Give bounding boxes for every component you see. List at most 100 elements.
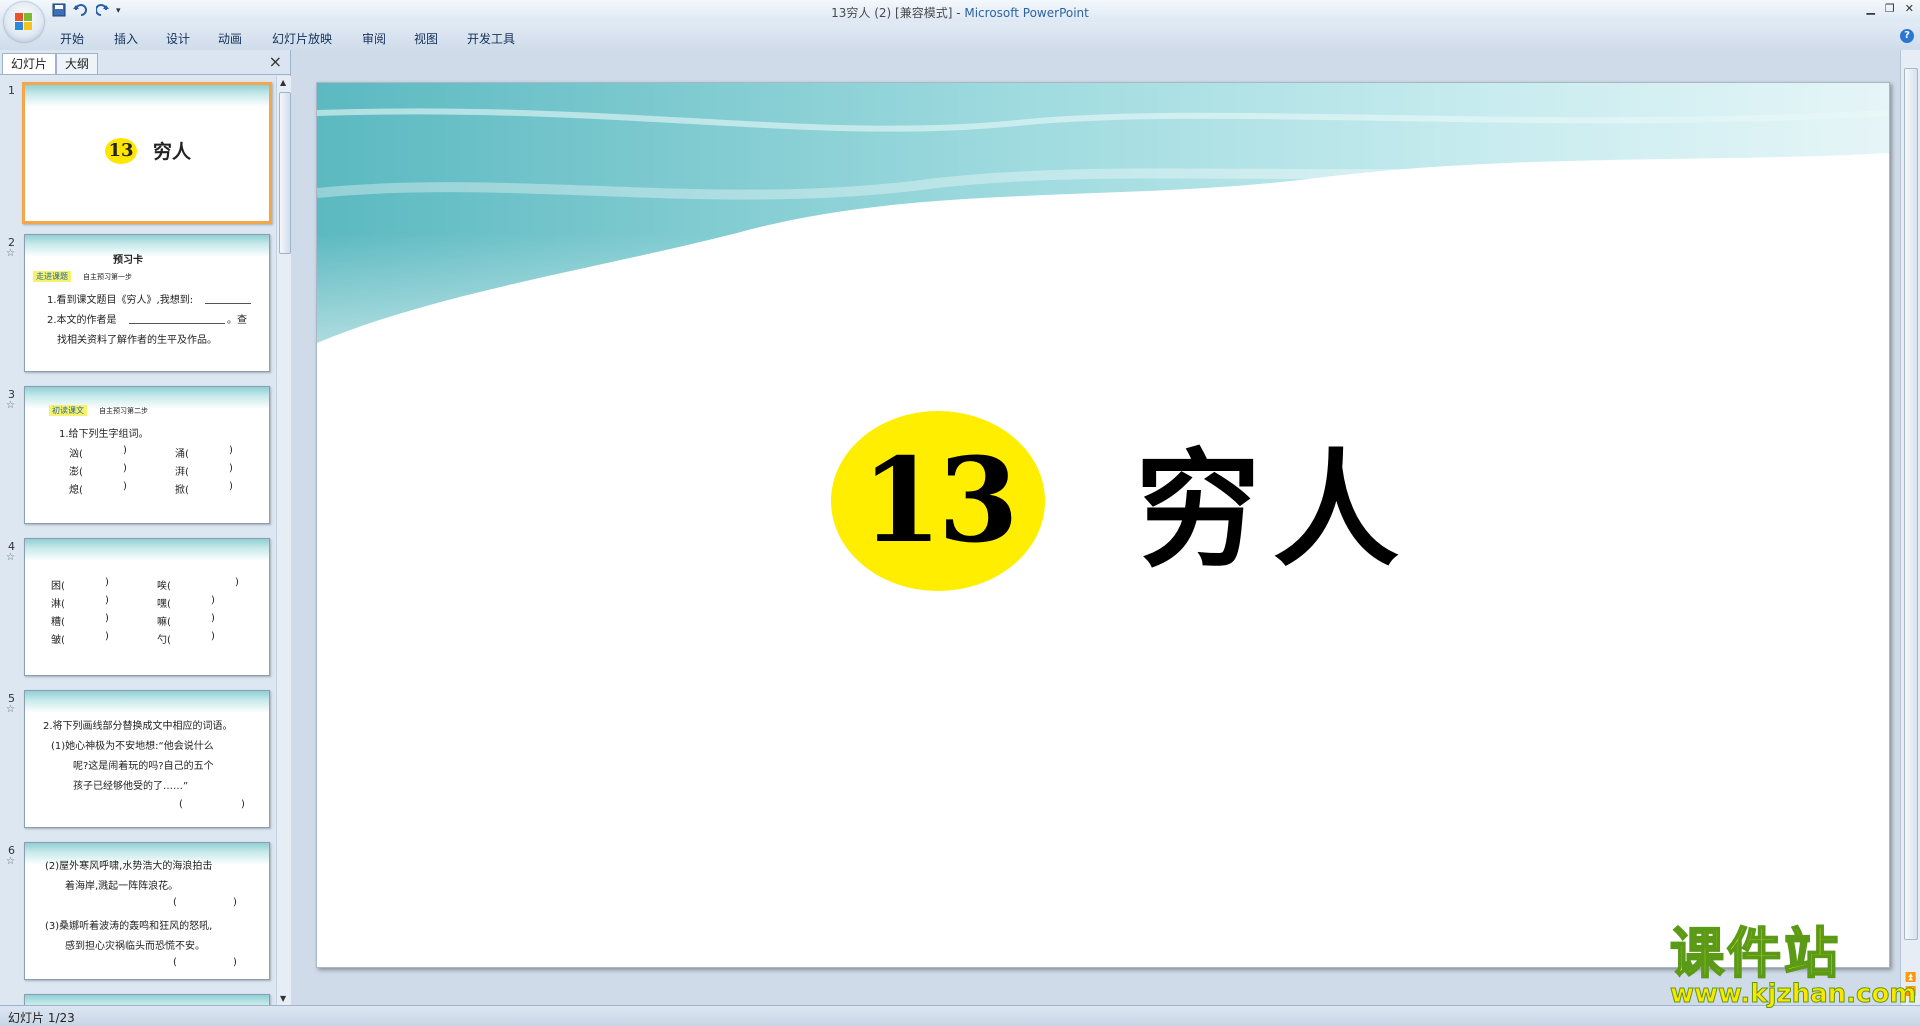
slide-title: 穷人 xyxy=(1135,437,1411,584)
tab-view[interactable]: 视图 xyxy=(414,30,438,47)
watermark-url: www.kjzhan.com xyxy=(1670,979,1917,1009)
text-line: 嘛( xyxy=(157,617,171,628)
scroll-thumb[interactable] xyxy=(279,92,291,254)
text-line: ) xyxy=(233,957,237,968)
slide-preview[interactable] xyxy=(24,994,270,1005)
text-line: 着海岸,溅起一阵阵浪花。 xyxy=(65,881,179,892)
scroll-thumb[interactable] xyxy=(1904,68,1918,940)
thumbnail-scrollbar[interactable]: ▲ ▼ xyxy=(276,76,291,1005)
text-line: ) xyxy=(229,463,233,474)
text-line: ) xyxy=(235,577,239,588)
tab-insert[interactable]: 插入 xyxy=(114,30,138,47)
text-line: 1.看到课文题目《穷人》,我想到: xyxy=(47,295,194,306)
text-line: ( xyxy=(179,799,183,810)
panel-close-icon[interactable]: × xyxy=(269,52,282,71)
section-tag: 初读课文 xyxy=(49,405,87,416)
tab-slideshow[interactable]: 幻灯片放映 xyxy=(272,30,332,47)
slide-preview[interactable]: 13 穷人 xyxy=(22,82,272,224)
tab-developer[interactable]: 开发工具 xyxy=(467,30,515,47)
panel-tabs: 幻灯片 大纲 × xyxy=(0,50,290,75)
window-controls: ▁ ❐ ✕ xyxy=(1866,2,1914,15)
slide-preview[interactable]: (2)屋外寒风呼啸,水势浩大的海浪拍击 着海岸,溅起一阵阵浪花。 ( ) (3)… xyxy=(24,842,270,980)
title-number: 13 xyxy=(861,433,1018,569)
close-icon[interactable]: ✕ xyxy=(1905,2,1914,15)
slide-thumbnail-4[interactable]: 4 ☆ 困( ) 唉( ) 淋( ) 嘿( ) 糟( ) 嘛( ) 皱( ) 勺… xyxy=(0,538,276,682)
slide-preview[interactable]: 初读课文 自主预习第二步 1.给下列生字组词。 汹( ) 涌( ) 澎( ) 湃… xyxy=(24,386,270,524)
text-line: 涌( xyxy=(175,449,189,460)
slide-editing-area: 13 穷人 xyxy=(291,50,1901,1005)
window-title: 13穷人 (2) [兼容模式] - Microsoft PowerPoint xyxy=(831,6,1089,20)
office-logo-icon xyxy=(15,13,33,31)
text-line: ) xyxy=(241,799,245,810)
wave-decoration xyxy=(25,85,269,107)
text-line: 淋( xyxy=(51,599,65,610)
tab-home[interactable]: 开始 xyxy=(60,30,84,47)
text-line: (1)她心神极为不安地想:“他会说什么 xyxy=(51,741,214,752)
blank-line xyxy=(205,303,251,304)
help-icon[interactable]: ? xyxy=(1900,29,1914,43)
animation-star-icon: ☆ xyxy=(6,552,15,563)
tab-outline[interactable]: 大纲 xyxy=(56,53,99,74)
tab-review[interactable]: 审阅 xyxy=(362,30,386,47)
text-line: 找相关资料了解作者的生平及作品。 xyxy=(57,335,217,346)
text-line: 呢?这是闹着玩的吗?自己的五个 xyxy=(73,761,214,772)
text-line: ) xyxy=(123,463,127,474)
slide-thumbnail-1[interactable]: 1 13 穷人 xyxy=(0,82,276,228)
text-line: 湃( xyxy=(175,467,189,478)
text-line: 2.将下列画线部分替换成文中相应的词语。 xyxy=(43,721,233,732)
scroll-down-icon[interactable]: ▼ xyxy=(280,994,286,1003)
slide-preview[interactable]: 预习卡 走进课题 自主预习第一步 1.看到课文题目《穷人》,我想到: 2.本文的… xyxy=(24,234,270,372)
wave-decoration xyxy=(25,539,269,561)
text-line: 熄( xyxy=(69,485,83,496)
slide-preview[interactable]: 2.将下列画线部分替换成文中相应的词语。 (1)她心神极为不安地想:“他会说什么… xyxy=(24,690,270,828)
animation-star-icon: ☆ xyxy=(6,856,15,867)
slide-preview[interactable]: 困( ) 唉( ) 淋( ) 嘿( ) 糟( ) 嘛( ) 皱( ) 勺( ) xyxy=(24,538,270,676)
slide-number: 1 xyxy=(8,84,15,97)
text-line: ) xyxy=(211,613,215,624)
tab-design[interactable]: 设计 xyxy=(166,30,190,47)
wave-decoration xyxy=(317,83,1889,343)
text-line: 嘿( xyxy=(157,599,171,610)
text-line: ) xyxy=(105,613,109,624)
restore-icon[interactable]: ❐ xyxy=(1885,2,1895,15)
text-line: ) xyxy=(211,631,215,642)
text-line: ) xyxy=(229,445,233,456)
section-note: 自主预习第一步 xyxy=(83,273,132,281)
slides-panel: 幻灯片 大纲 × 1 13 穷人 2 ☆ 预习卡 走进课题 自主预习第一步 1.… xyxy=(0,50,291,1005)
text-line: 孩子已经够他受的了……” xyxy=(73,781,189,792)
slide-thumbnail-5[interactable]: 5 ☆ 2.将下列画线部分替换成文中相应的词语。 (1)她心神极为不安地想:“他… xyxy=(0,690,276,834)
current-slide[interactable]: 13 穷人 xyxy=(316,82,1890,968)
slide-thumbnail-2[interactable]: 2 ☆ 预习卡 走进课题 自主预习第一步 1.看到课文题目《穷人》,我想到: 2… xyxy=(0,234,276,378)
text-line: ) xyxy=(105,577,109,588)
status-bar: 幻灯片 1/23 xyxy=(0,1005,1920,1026)
text-line: ) xyxy=(123,481,127,492)
animation-star-icon: ☆ xyxy=(6,704,15,715)
text-line: 勺( xyxy=(157,635,171,646)
text-line: ) xyxy=(123,445,127,456)
tab-slides[interactable]: 幻灯片 xyxy=(2,53,57,74)
slide-thumbnail-7[interactable] xyxy=(0,994,276,1005)
slide-scrollbar[interactable]: ⏫ ⏬ xyxy=(1900,50,1920,1005)
watermark-text: 课件站 xyxy=(1669,922,1841,985)
text-line: ) xyxy=(105,631,109,642)
text-line: ) xyxy=(233,897,237,908)
text-line: 唉( xyxy=(157,581,171,592)
text-line: 糟( xyxy=(51,617,65,628)
text-line: 1.给下列生字组词。 xyxy=(59,429,149,440)
text-line: ) xyxy=(105,595,109,606)
slide-thumbnail-6[interactable]: 6 ☆ (2)屋外寒风呼啸,水势浩大的海浪拍击 着海岸,溅起一阵阵浪花。 ( )… xyxy=(0,842,276,986)
slide-thumbnail-3[interactable]: 3 ☆ 初读课文 自主预习第二步 1.给下列生字组词。 汹( ) 涌( ) 澎(… xyxy=(0,386,276,530)
text-line: ) xyxy=(229,481,233,492)
scroll-up-icon[interactable]: ▲ xyxy=(280,78,286,87)
blank-line xyxy=(129,323,225,324)
text-line: ( xyxy=(173,957,177,968)
text-line: 困( xyxy=(51,581,65,592)
minimize-icon[interactable]: ▁ xyxy=(1866,2,1874,15)
wave-decoration xyxy=(25,235,269,257)
tab-animations[interactable]: 动画 xyxy=(218,30,242,47)
title-bar: ▾ 13穷人 (2) [兼容模式] - Microsoft PowerPoint… xyxy=(0,0,1920,22)
wave-decoration xyxy=(25,691,269,713)
wave-decoration xyxy=(25,995,269,1005)
text-line: ) xyxy=(211,595,215,606)
office-button[interactable] xyxy=(4,2,44,42)
